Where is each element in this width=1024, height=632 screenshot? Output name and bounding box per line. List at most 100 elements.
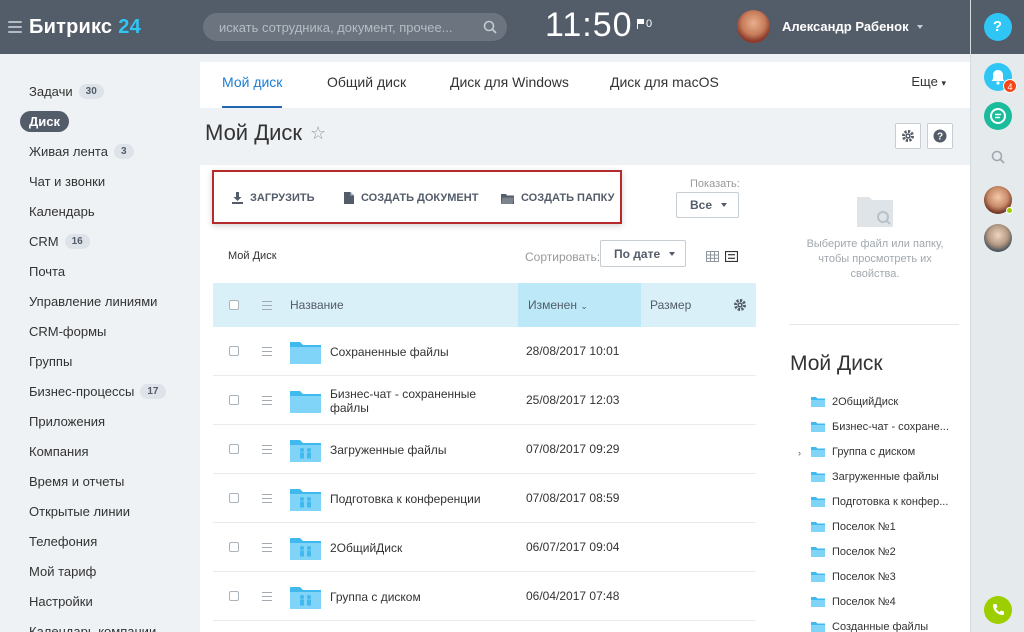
- sidebar-item[interactable]: Бизнес-процессы 17: [0, 376, 187, 406]
- contact-avatar[interactable]: [984, 186, 1013, 214]
- sidebar-item[interactable]: Диск: [0, 106, 187, 136]
- row-checkbox[interactable]: [229, 395, 239, 405]
- drag-handle-icon[interactable]: [262, 396, 272, 408]
- sidebar-item[interactable]: Телефония: [0, 526, 187, 556]
- file-name[interactable]: Сохраненные файлы: [330, 345, 530, 359]
- drag-handle-icon[interactable]: [262, 494, 272, 506]
- sidebar-item[interactable]: Управление линиями: [0, 286, 187, 316]
- tree-item[interactable]: Поселок №2: [798, 539, 949, 564]
- row-checkbox[interactable]: [229, 493, 239, 503]
- work-day-flag[interactable]: 0: [637, 18, 652, 30]
- tree-item[interactable]: Загруженные файлы: [798, 464, 949, 489]
- tree-item[interactable]: Бизнес-чат - сохране...: [798, 414, 949, 439]
- sidebar-item[interactable]: Время и отчеты: [0, 466, 187, 496]
- create-document-button[interactable]: СОЗДАТЬ ДОКУМЕНТ: [344, 192, 478, 204]
- sidebar-item-label: Время и отчеты: [29, 473, 125, 489]
- column-modified-header[interactable]: Изменен ⌄: [528, 298, 588, 312]
- menu-burger-icon[interactable]: [8, 21, 22, 33]
- tree-item[interactable]: 2ОбщийДиск: [798, 389, 949, 414]
- table-row[interactable]: Подготовка к конференции 07/08/2017 08:59: [213, 474, 756, 523]
- table-row[interactable]: Сохраненные файлы 28/08/2017 10:01: [213, 327, 756, 376]
- column-size-header[interactable]: Размер: [650, 298, 691, 312]
- shared-folder-icon[interactable]: [290, 535, 321, 560]
- folder-icon[interactable]: [290, 339, 321, 364]
- sidebar-item[interactable]: Компания: [0, 436, 187, 466]
- sidebar-item[interactable]: Календарь: [0, 196, 187, 226]
- sidebar-item[interactable]: Открытые линии: [0, 496, 187, 526]
- folder-icon: [811, 521, 825, 532]
- column-name-header[interactable]: Название: [290, 298, 344, 312]
- tab-my-disk[interactable]: Мой диск: [222, 74, 283, 108]
- file-name[interactable]: Группа с диском: [330, 590, 530, 604]
- file-name[interactable]: Бизнес-чат - сохраненные файлы: [330, 387, 490, 415]
- favorite-star-icon[interactable]: ☆: [310, 123, 326, 144]
- table-row[interactable]: Бизнес-чат - сохраненные файлы 25/08/2017…: [213, 376, 756, 425]
- sidebar-item[interactable]: Календарь компании: [0, 616, 187, 632]
- sidebar-item[interactable]: Почта: [0, 256, 187, 286]
- settings-button[interactable]: [895, 123, 921, 149]
- tab-disk-macos[interactable]: Диск для macOS: [610, 74, 719, 108]
- sidebar-item[interactable]: Группы: [0, 346, 187, 376]
- chat-button[interactable]: [984, 102, 1012, 130]
- row-checkbox[interactable]: [229, 542, 239, 552]
- row-checkbox[interactable]: [229, 591, 239, 601]
- clock[interactable]: 11:50: [545, 6, 633, 45]
- sidebar-item[interactable]: Настройки: [0, 586, 187, 616]
- tab-disk-windows[interactable]: Диск для Windows: [450, 74, 569, 108]
- list-view-icon[interactable]: [725, 251, 738, 262]
- chevron-right-icon[interactable]: ›: [798, 448, 801, 458]
- sidebar-item-label: Почта: [29, 263, 66, 279]
- folder-search-icon: [857, 197, 893, 227]
- sidebar-item[interactable]: CRM 16: [0, 226, 187, 256]
- tree-item[interactable]: Поселок №4: [798, 589, 949, 614]
- search-input[interactable]: искать сотрудника, документ, прочее...: [203, 13, 507, 41]
- tree-item[interactable]: Поселок №3: [798, 564, 949, 589]
- user-menu[interactable]: Александр Рабенок: [737, 10, 923, 43]
- tree-item[interactable]: Подготовка к конфер...: [798, 489, 949, 514]
- tree-item[interactable]: Созданные файлы: [798, 614, 949, 632]
- shared-folder-icon[interactable]: [290, 486, 321, 511]
- tabs-more-button[interactable]: Еще ▾: [911, 74, 946, 89]
- contacts-search-button[interactable]: [984, 143, 1012, 171]
- create-folder-button[interactable]: СОЗДАТЬ ПАПКУ: [501, 192, 614, 204]
- grid-view-icon[interactable]: [706, 251, 719, 262]
- table-row[interactable]: Загруженные файлы 07/08/2017 09:29: [213, 425, 756, 474]
- sort-select[interactable]: По дате: [600, 240, 686, 267]
- tree-item[interactable]: › Группа с диском: [798, 439, 949, 464]
- help-page-button[interactable]: ?: [927, 123, 953, 149]
- tree-item[interactable]: Поселок №1: [798, 514, 949, 539]
- select-all-checkbox[interactable]: [229, 300, 239, 310]
- sidebar-item[interactable]: CRM-формы: [0, 316, 187, 346]
- call-button[interactable]: [984, 596, 1012, 624]
- sidebar-item[interactable]: Приложения: [0, 406, 187, 436]
- shared-folder-icon[interactable]: [290, 584, 321, 609]
- breadcrumb[interactable]: Мой Диск: [228, 250, 277, 262]
- drag-handle-icon[interactable]: [262, 445, 272, 457]
- show-filter-select[interactable]: Все: [676, 192, 739, 218]
- sidebar-item[interactable]: Мой тариф: [0, 556, 187, 586]
- search-icon[interactable]: [483, 20, 497, 34]
- row-checkbox[interactable]: [229, 346, 239, 356]
- drag-handle-icon[interactable]: [262, 592, 272, 604]
- logo[interactable]: Битрикс 24: [29, 16, 141, 39]
- drag-handle-icon[interactable]: [262, 347, 272, 359]
- drag-handle-icon[interactable]: [262, 543, 272, 555]
- tab-shared-disk[interactable]: Общий диск: [327, 74, 406, 108]
- sidebar-item[interactable]: Задачи 30: [0, 76, 187, 106]
- notifications-button[interactable]: 4: [984, 63, 1017, 93]
- help-button[interactable]: ?: [983, 13, 1012, 41]
- table-row[interactable]: 2ОбщийДиск 06/07/2017 09:04: [213, 523, 756, 572]
- contact-avatar[interactable]: [984, 224, 1012, 252]
- table-row[interactable]: Группа с диском 06/04/2017 07:48: [213, 572, 756, 621]
- file-name[interactable]: 2ОбщийДиск: [330, 541, 530, 555]
- upload-button[interactable]: ЗАГРУЗИТЬ: [232, 192, 315, 204]
- folder-icon[interactable]: [290, 388, 321, 413]
- sidebar-item[interactable]: Чат и звонки: [0, 166, 187, 196]
- row-checkbox[interactable]: [229, 444, 239, 454]
- shared-folder-icon[interactable]: [290, 437, 321, 462]
- gear-icon[interactable]: [733, 298, 747, 312]
- file-name[interactable]: Подготовка к конференции: [330, 492, 530, 506]
- sidebar-item-label: Управление линиями: [29, 293, 158, 309]
- file-name[interactable]: Загруженные файлы: [330, 443, 530, 457]
- sidebar-item[interactable]: Живая лента 3: [0, 136, 187, 166]
